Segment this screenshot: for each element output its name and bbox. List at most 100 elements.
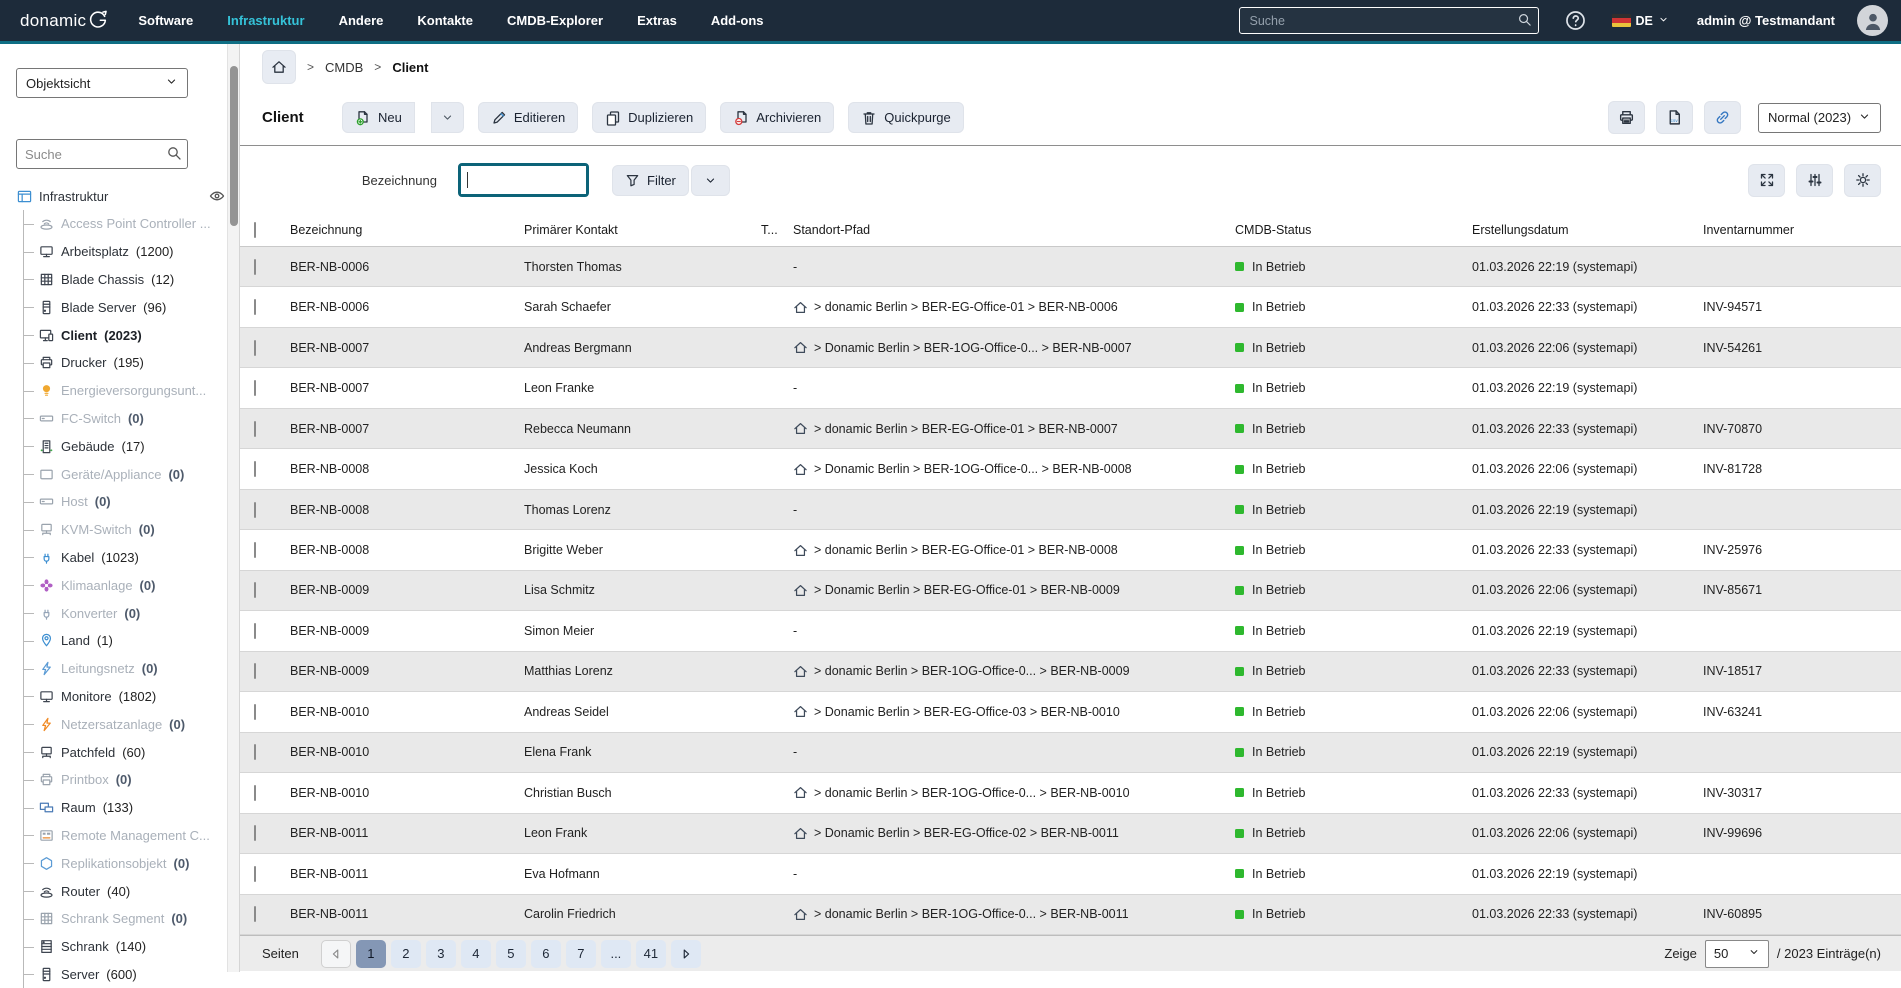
column-header-prim-rer-kontakt[interactable]: Primärer Kontakt xyxy=(524,223,761,237)
page-button-1[interactable]: 1 xyxy=(356,940,386,968)
tree-item-schrank-segment[interactable]: Schrank Segment(0) xyxy=(24,905,213,933)
row-checkbox[interactable] xyxy=(254,421,256,437)
page-button-5[interactable]: 5 xyxy=(496,940,526,968)
table-row[interactable]: BER-NB-0010Christian Busch> donamic Berl… xyxy=(240,773,1901,813)
tree-item-router[interactable]: Router(40) xyxy=(24,877,213,905)
home-button[interactable] xyxy=(262,50,296,84)
duplizieren-button[interactable]: Duplizieren xyxy=(592,102,706,133)
table-row[interactable]: BER-NB-0011Carolin Friedrich> donamic Be… xyxy=(240,895,1901,935)
csv-button[interactable]: csv xyxy=(1656,101,1693,134)
page-button-41[interactable]: 41 xyxy=(636,940,666,968)
tree-item-patchfeld[interactable]: Patchfeld(60) xyxy=(24,738,213,766)
nav-item-andere[interactable]: Andere xyxy=(322,0,401,41)
row-checkbox[interactable] xyxy=(254,461,256,477)
tree-item-blade-server[interactable]: Blade Server(96) xyxy=(24,293,213,321)
tree-item-schrank[interactable]: Schrank(140) xyxy=(24,933,213,961)
row-checkbox[interactable] xyxy=(254,906,256,922)
table-row[interactable]: BER-NB-0011Leon Frank> Donamic Berlin > … xyxy=(240,814,1901,854)
column-header-cmdb-status[interactable]: CMDB-Status xyxy=(1235,223,1472,237)
column-header-inventarnummer[interactable]: Inventarnummer xyxy=(1703,223,1901,237)
column-header-standort-pfad[interactable]: Standort-Pfad xyxy=(793,223,1235,237)
column-header-t-[interactable]: T... xyxy=(761,223,793,237)
sidebar-scrollbar[interactable] xyxy=(227,44,239,972)
tree-item-gebäude[interactable]: Gebäude(17) xyxy=(24,432,213,460)
table-row[interactable]: BER-NB-0008Brigitte Weber> donamic Berli… xyxy=(240,530,1901,570)
next-page-button[interactable] xyxy=(671,940,701,968)
row-checkbox[interactable] xyxy=(254,340,256,356)
tree-item-drucker[interactable]: Drucker(195) xyxy=(24,349,213,377)
row-checkbox[interactable] xyxy=(254,663,256,679)
archivieren-button[interactable]: Archivieren xyxy=(720,102,834,133)
neu-dropdown-button[interactable] xyxy=(431,102,464,133)
tree-item-leitungsnetz[interactable]: Leitungsnetz(0) xyxy=(24,655,213,683)
table-row[interactable]: BER-NB-0010Elena Frank-In Betrieb01.03.2… xyxy=(240,733,1901,773)
tree-item-fc-switch[interactable]: FC-Switch(0) xyxy=(24,405,213,433)
gear-button[interactable] xyxy=(1844,164,1881,197)
neu-button[interactable]: Neu xyxy=(342,102,415,133)
tree-item-netzersatzanlage[interactable]: Netzersatzanlage(0) xyxy=(24,710,213,738)
table-row[interactable]: BER-NB-0009Matthias Lorenz> donamic Berl… xyxy=(240,652,1901,692)
help-icon[interactable] xyxy=(1565,10,1586,31)
tree-item-client[interactable]: Client(2023) xyxy=(24,321,213,349)
page-button-2[interactable]: 2 xyxy=(391,940,421,968)
page-button-...[interactable]: ... xyxy=(601,940,631,968)
tree-search-input[interactable] xyxy=(16,139,188,169)
table-row[interactable]: BER-NB-0011Eva Hofmann-In Betrieb01.03.2… xyxy=(240,854,1901,894)
table-row[interactable]: BER-NB-0006Thorsten Thomas-In Betrieb01.… xyxy=(240,247,1901,287)
table-row[interactable]: BER-NB-0007Leon Franke-In Betrieb01.03.2… xyxy=(240,368,1901,408)
prev-page-button[interactable] xyxy=(321,940,351,968)
page-button-7[interactable]: 7 xyxy=(566,940,596,968)
eye-icon[interactable] xyxy=(209,188,225,204)
breadcrumb-client[interactable]: Client xyxy=(392,60,428,75)
row-checkbox[interactable] xyxy=(254,502,256,518)
page-size-select[interactable]: 50 xyxy=(1705,940,1769,968)
column-header-bezeichnung[interactable]: Bezeichnung xyxy=(290,223,524,237)
row-checkbox[interactable] xyxy=(254,259,256,275)
search-icon[interactable] xyxy=(1517,12,1532,32)
row-checkbox[interactable] xyxy=(254,582,256,598)
editieren-button[interactable]: Editieren xyxy=(478,102,578,133)
breadcrumb-cmdb[interactable]: CMDB xyxy=(325,60,363,75)
global-search-input[interactable] xyxy=(1239,7,1539,34)
tree-item-remote-management-c-[interactable]: Remote Management C... xyxy=(24,822,213,850)
table-row[interactable]: BER-NB-0007Andreas Bergmann> Donamic Ber… xyxy=(240,328,1901,368)
nav-item-add-ons[interactable]: Add-ons xyxy=(694,0,781,41)
tree-item-geräte-appliance[interactable]: Geräte/Appliance(0) xyxy=(24,460,213,488)
row-checkbox[interactable] xyxy=(254,542,256,558)
tree-item-klimaanlage[interactable]: Klimaanlage(0) xyxy=(24,571,213,599)
nav-item-cmdb-explorer[interactable]: CMDB-Explorer xyxy=(490,0,620,41)
print-button[interactable] xyxy=(1608,101,1645,134)
row-checkbox[interactable] xyxy=(254,785,256,801)
table-row[interactable]: BER-NB-0008Thomas Lorenz-In Betrieb01.03… xyxy=(240,490,1901,530)
scrollbar-thumb[interactable] xyxy=(230,66,238,226)
table-row[interactable]: BER-NB-0006Sarah Schaefer> donamic Berli… xyxy=(240,287,1901,327)
nav-item-kontakte[interactable]: Kontakte xyxy=(400,0,490,41)
row-checkbox[interactable] xyxy=(254,866,256,882)
nav-item-infrastruktur[interactable]: Infrastruktur xyxy=(210,0,321,41)
tree-item-printbox[interactable]: Printbox(0) xyxy=(24,766,213,794)
table-row[interactable]: BER-NB-0009Lisa Schmitz> Donamic Berlin … xyxy=(240,571,1901,611)
quickpurge-button[interactable]: Quickpurge xyxy=(848,102,963,133)
link-button[interactable] xyxy=(1704,101,1741,134)
avatar[interactable] xyxy=(1857,5,1888,36)
tree-item-arbeitsplatz[interactable]: Arbeitsplatz(1200) xyxy=(24,238,213,266)
filter-dropdown-button[interactable] xyxy=(691,165,730,196)
table-row[interactable]: BER-NB-0009Simon Meier-In Betrieb01.03.2… xyxy=(240,611,1901,651)
view-select[interactable]: Normal (2023) xyxy=(1758,103,1881,133)
sliders-button[interactable] xyxy=(1796,164,1833,197)
nav-item-software[interactable]: Software xyxy=(121,0,210,41)
row-checkbox[interactable] xyxy=(254,299,256,315)
expand-button[interactable] xyxy=(1748,164,1785,197)
tree-item-replikationsobjekt[interactable]: Replikationsobjekt(0) xyxy=(24,849,213,877)
tree-item-host[interactable]: Host(0) xyxy=(24,488,213,516)
row-checkbox[interactable] xyxy=(254,704,256,720)
tree-item-blade-chassis[interactable]: Blade Chassis(12) xyxy=(24,266,213,294)
tree-item-kabel[interactable]: Kabel(1023) xyxy=(24,544,213,572)
table-row[interactable]: BER-NB-0010Andreas Seidel> Donamic Berli… xyxy=(240,692,1901,732)
page-button-6[interactable]: 6 xyxy=(531,940,561,968)
bezeichnung-filter-input[interactable] xyxy=(458,163,589,197)
tree-root-infrastruktur[interactable]: Infrastruktur xyxy=(16,182,213,210)
table-row[interactable]: BER-NB-0008Jessica Koch> Donamic Berlin … xyxy=(240,449,1901,489)
table-row[interactable]: BER-NB-0007Rebecca Neumann> donamic Berl… xyxy=(240,409,1901,449)
row-checkbox[interactable] xyxy=(254,623,256,639)
